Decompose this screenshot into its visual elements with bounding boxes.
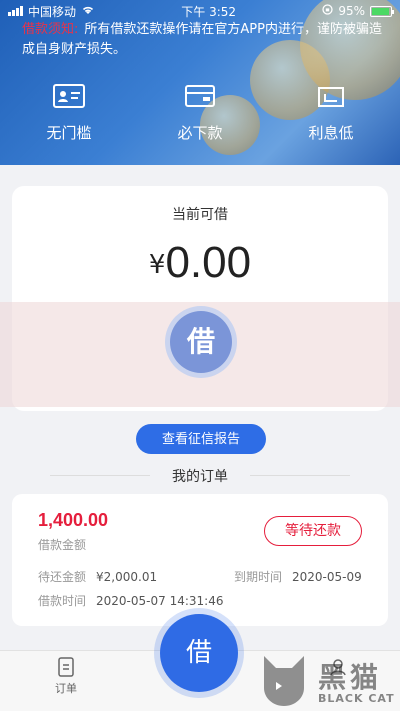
due-date-row: 到期时间 2020-05-09 (234, 568, 362, 585)
repay-amount-label: 待还金额 (38, 570, 87, 584)
clock: 下午 3:52 (181, 4, 237, 19)
receipt-icon (286, 82, 376, 114)
watermark-overlay: 借 (0, 302, 400, 407)
feature-low-interest: 利息低 (286, 82, 376, 143)
logo-cn: 黑猫 (318, 661, 383, 694)
wifi-icon (81, 4, 95, 18)
tab-orders[interactable]: 订单 (46, 657, 86, 696)
loan-amount: 1,400.00 (38, 510, 109, 530)
loan-time-label: 借款时间 (38, 594, 87, 608)
battery-icon (369, 5, 394, 17)
feature-no-threshold: 无门槛 (24, 82, 114, 143)
feature-label: 利息低 (308, 124, 354, 142)
tab-orders-label: 订单 (55, 682, 77, 695)
loan-time-row: 借款时间 2020-05-07 14:31:46 (38, 592, 223, 609)
quota-value: 0.00 (165, 238, 252, 287)
watermark-seal: 借 (165, 306, 237, 378)
quota-amount: ¥0.00 (12, 238, 388, 288)
due-date-label: 到期时间 (234, 570, 283, 584)
loan-time-value: 2020-05-07 14:31:46 (96, 594, 224, 608)
status-badge[interactable]: 等待还款 (264, 516, 362, 546)
battery-percent: 95% (338, 4, 365, 18)
status-bar: 中国移动 下午 3:52 95% (0, 0, 400, 22)
currency-symbol: ¥ (148, 250, 166, 280)
feature-label: 无门槛 (46, 124, 92, 142)
signal-icon (8, 6, 23, 16)
orders-section-title: 我的订单 (0, 466, 400, 486)
hero-banner: 借款须知: 所有借款还款操作请在官方APP内进行，谨防被骗造成自身财产损失。 无门… (0, 0, 400, 165)
order-card[interactable]: 1,400.00 借款金额 等待还款 待还金额 ¥2,000.01 到期时间 202… (12, 494, 388, 626)
notice-tag: 借款须知: (22, 22, 79, 37)
repay-amount-value: ¥2,000.01 (96, 570, 158, 584)
id-card-icon (24, 82, 114, 114)
loan-amount-label: 借款金额 (38, 538, 87, 552)
order-list-icon (46, 657, 86, 680)
wallet-icon (155, 82, 245, 114)
logo-en: BLACK CAT (318, 692, 395, 705)
due-date-value: 2020-05-09 (292, 570, 362, 584)
carrier-name: 中国移动 (28, 4, 77, 19)
view-credit-report-button[interactable]: 查看征信报告 (136, 424, 266, 454)
rotation-lock-icon (322, 4, 333, 18)
borrow-button[interactable]: 借 (160, 614, 238, 692)
loan-notice: 借款须知: 所有借款还款操作请在官方APP内进行，谨防被骗造成自身财产损失。 (22, 20, 382, 60)
feature-guaranteed: 必下款 (155, 82, 245, 143)
repay-amount-row: 待还金额 ¥2,000.01 (38, 568, 157, 585)
quota-label: 当前可借 (172, 207, 228, 223)
black-cat-logo: 黑猫 BLACK CAT (252, 648, 400, 711)
cat-head-icon (256, 652, 312, 711)
feature-label: 必下款 (177, 124, 223, 142)
